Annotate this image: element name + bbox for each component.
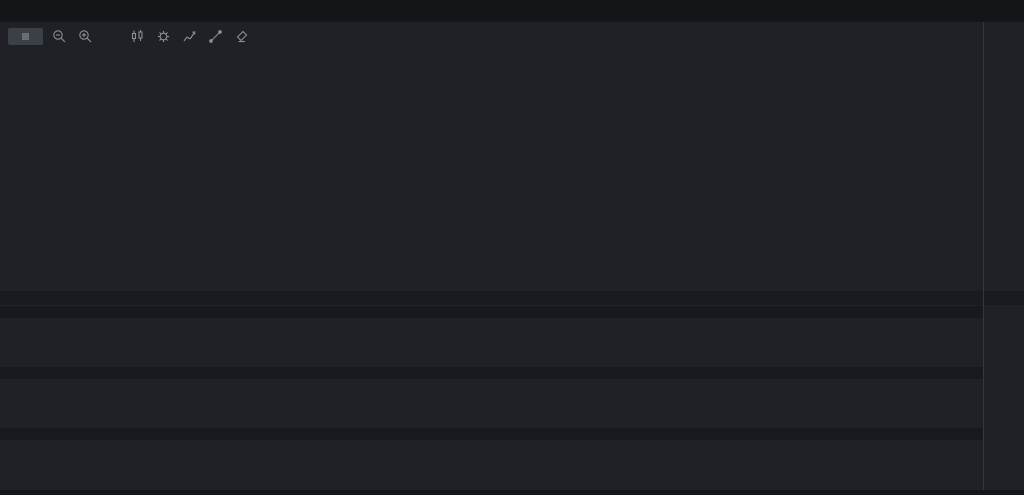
price-axis-border: [983, 22, 984, 490]
line-tool-icon: [208, 29, 223, 44]
eraser-button[interactable]: [232, 27, 251, 45]
candle-style-button[interactable]: [128, 27, 147, 45]
stochastic-panel: [0, 428, 1024, 490]
timeframe-button[interactable]: [102, 27, 121, 45]
zoom-in-button[interactable]: [76, 27, 95, 45]
line-tool-button[interactable]: [206, 27, 225, 45]
settings-gear-icon: [156, 29, 171, 44]
zoom-in-icon: [78, 29, 93, 44]
indicators-icon: [182, 29, 197, 44]
zoom-out-icon: [52, 29, 67, 44]
zoom-out-button[interactable]: [50, 27, 69, 45]
trading-platform-window: [0, 0, 1024, 495]
rsi-panel: [0, 306, 1024, 366]
date-axis[interactable]: [0, 291, 1024, 305]
new-tab-button[interactable]: [0, 0, 26, 22]
rsi-header-band: [0, 306, 983, 318]
candle-style-icon: [130, 29, 145, 44]
quote-buttons: [8, 28, 43, 45]
spread-indicator: [22, 33, 29, 40]
eraser-icon: [234, 29, 249, 44]
settings-button[interactable]: [154, 27, 173, 45]
indicators-button[interactable]: [180, 27, 199, 45]
macd-header-band: [0, 367, 983, 379]
price-chart[interactable]: [0, 22, 983, 291]
chart-toolbar: [8, 27, 251, 45]
stochastic-header-band: [0, 428, 983, 440]
tab-bar: [0, 0, 1024, 22]
macd-panel: [0, 367, 1024, 427]
